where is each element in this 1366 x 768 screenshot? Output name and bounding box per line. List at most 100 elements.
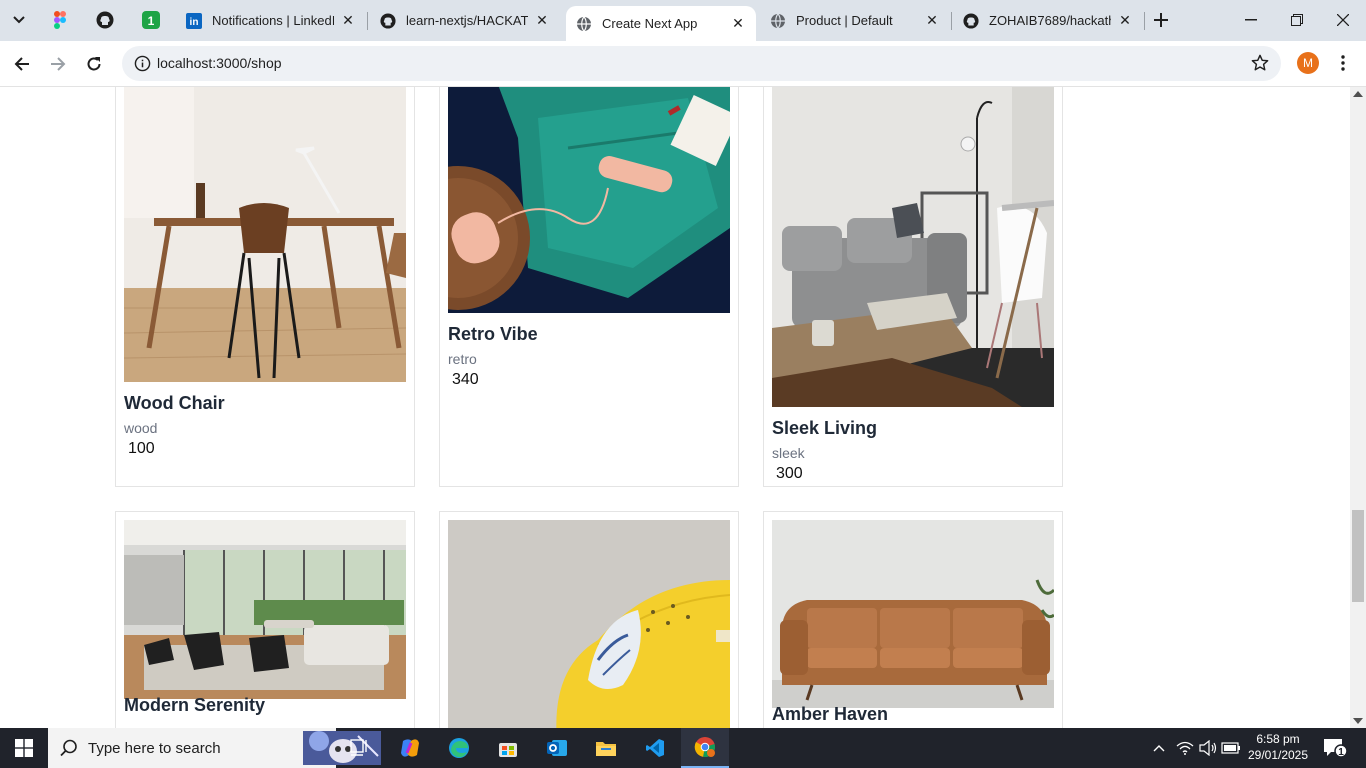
pinned-tab-app[interactable]: 1 xyxy=(141,10,161,30)
url-text[interactable]: localhost:3000/shop xyxy=(157,55,282,71)
close-window-button[interactable] xyxy=(1320,0,1366,40)
page-scrollbar[interactable] xyxy=(1350,87,1366,728)
minimize-button[interactable] xyxy=(1228,0,1274,40)
bookmark-star-icon[interactable] xyxy=(1251,54,1269,72)
product-name[interactable]: Retro Vibe xyxy=(448,324,538,345)
product-card[interactable] xyxy=(439,511,739,728)
taskbar-edge[interactable] xyxy=(435,728,483,768)
tab-github-hackathon[interactable]: ZOHAIB7689/hackathon ✕ xyxy=(953,0,1143,41)
arrow-left-icon xyxy=(14,57,29,71)
taskbar-copilot[interactable] xyxy=(386,728,434,768)
volume-control[interactable] xyxy=(1197,728,1219,768)
address-bar[interactable]: localhost:3000/shop xyxy=(122,46,1281,81)
tab-linkedin[interactable]: in Notifications | LinkedIn ✕ xyxy=(176,0,366,41)
battery-status[interactable] xyxy=(1220,728,1242,768)
taskbar-vscode[interactable] xyxy=(631,728,679,768)
task-view-icon xyxy=(350,739,367,756)
product-category: retro xyxy=(448,351,477,367)
system-clock[interactable]: 6:58 pm 29/01/2025 xyxy=(1244,731,1312,763)
product-card[interactable]: Retro Vibe retro 340 xyxy=(439,87,739,487)
product-name[interactable]: Wood Chair xyxy=(124,393,225,414)
copilot-icon xyxy=(401,739,419,757)
github-icon xyxy=(380,12,396,29)
product-card[interactable]: Amber Haven xyxy=(763,511,1063,728)
windows-logo-icon xyxy=(15,739,33,757)
svg-text:in: in xyxy=(190,17,199,28)
pinned-tab-figma[interactable] xyxy=(50,10,70,30)
minimize-icon xyxy=(1245,19,1257,21)
show-hidden-icons-button[interactable] xyxy=(1150,728,1168,768)
product-name[interactable]: Amber Haven xyxy=(772,704,888,725)
product-price: 340 xyxy=(452,371,479,388)
browser-menu-button[interactable] xyxy=(1334,52,1352,74)
search-placeholder: Type here to search xyxy=(88,740,221,757)
product-image[interactable] xyxy=(124,520,406,699)
svg-text:1: 1 xyxy=(148,14,155,28)
scrollbar-thumb[interactable] xyxy=(1352,510,1364,602)
pinned-tab-github[interactable] xyxy=(95,10,115,30)
page-viewport: Wood Chair wood 100 Retro Vibe retro 340 xyxy=(0,87,1350,728)
profile-avatar[interactable]: M xyxy=(1297,52,1319,74)
scroll-up-icon[interactable] xyxy=(1353,90,1363,98)
product-image[interactable] xyxy=(772,520,1054,708)
restore-button[interactable] xyxy=(1274,0,1320,40)
start-button[interactable] xyxy=(0,728,48,768)
search-icon xyxy=(60,739,77,757)
folder-icon xyxy=(596,742,616,756)
tab-title: Notifications | LinkedIn xyxy=(212,13,334,28)
tab-github-learn-nextjs[interactable]: learn-nextjs/HACKATHON ✕ xyxy=(370,0,560,41)
taskbar-store[interactable] xyxy=(484,728,532,768)
product-card[interactable]: Sleek Living sleek 300 xyxy=(763,87,1063,487)
notification-center-button[interactable]: 1 xyxy=(1322,736,1350,760)
taskbar-search-box[interactable]: Type here to search xyxy=(48,728,381,768)
tab-title: ZOHAIB7689/hackathon xyxy=(989,13,1111,28)
back-button[interactable] xyxy=(8,50,36,78)
taskbar-chrome[interactable] xyxy=(681,728,729,768)
plus-icon xyxy=(1154,13,1168,27)
tab-divider xyxy=(951,12,952,30)
windows-taskbar: Type here to search 6:58 pm 29/01/2025 1 xyxy=(0,728,1366,768)
vscode-icon xyxy=(646,739,664,757)
store-icon xyxy=(499,743,517,757)
edge-icon xyxy=(449,738,469,758)
close-icon[interactable]: ✕ xyxy=(730,15,746,32)
tab-divider xyxy=(367,12,368,30)
task-view-button[interactable] xyxy=(336,728,384,768)
tab-title: Product | Default xyxy=(796,13,893,28)
product-image[interactable] xyxy=(124,87,406,382)
site-info-icon[interactable] xyxy=(134,55,151,72)
scroll-down-icon[interactable] xyxy=(1353,717,1363,725)
product-image[interactable] xyxy=(772,87,1054,407)
product-image[interactable] xyxy=(448,520,730,728)
product-name[interactable]: Sleek Living xyxy=(772,418,877,439)
close-icon[interactable]: ✕ xyxy=(924,12,940,29)
tab-search-button[interactable] xyxy=(6,8,32,32)
browser-toolbar: localhost:3000/shop M xyxy=(0,41,1366,87)
product-card[interactable]: Modern Serenity xyxy=(115,511,415,728)
close-icon xyxy=(1337,14,1349,26)
close-icon[interactable]: ✕ xyxy=(1117,12,1133,29)
chrome-icon xyxy=(694,737,715,757)
product-name[interactable]: Modern Serenity xyxy=(124,695,265,716)
more-vertical-icon xyxy=(1341,55,1345,71)
close-icon[interactable]: ✕ xyxy=(340,12,356,29)
tab-title: learn-nextjs/HACKATHON xyxy=(406,13,528,28)
globe-icon xyxy=(770,13,786,29)
product-image[interactable] xyxy=(448,87,730,313)
product-price: 300 xyxy=(776,465,803,482)
close-icon[interactable]: ✕ xyxy=(534,12,550,29)
forward-button[interactable] xyxy=(44,50,72,78)
reload-icon xyxy=(87,57,101,71)
product-card[interactable]: Wood Chair wood 100 xyxy=(115,87,415,487)
badge-one-icon: 1 xyxy=(142,11,160,29)
tab-strip: 1 in Notifications | LinkedIn ✕ learn-ne… xyxy=(0,0,1366,41)
new-tab-button[interactable] xyxy=(1150,9,1172,31)
tab-product-default[interactable]: Product | Default ✕ xyxy=(760,0,950,41)
outlook-icon xyxy=(547,740,567,756)
taskbar-outlook[interactable] xyxy=(533,728,581,768)
taskbar-file-explorer[interactable] xyxy=(582,728,630,768)
network-status[interactable] xyxy=(1174,728,1196,768)
reload-button[interactable] xyxy=(80,50,108,78)
tab-create-next-app[interactable]: Create Next App ✕ xyxy=(566,6,756,41)
notification-count: 1 xyxy=(1338,747,1344,758)
